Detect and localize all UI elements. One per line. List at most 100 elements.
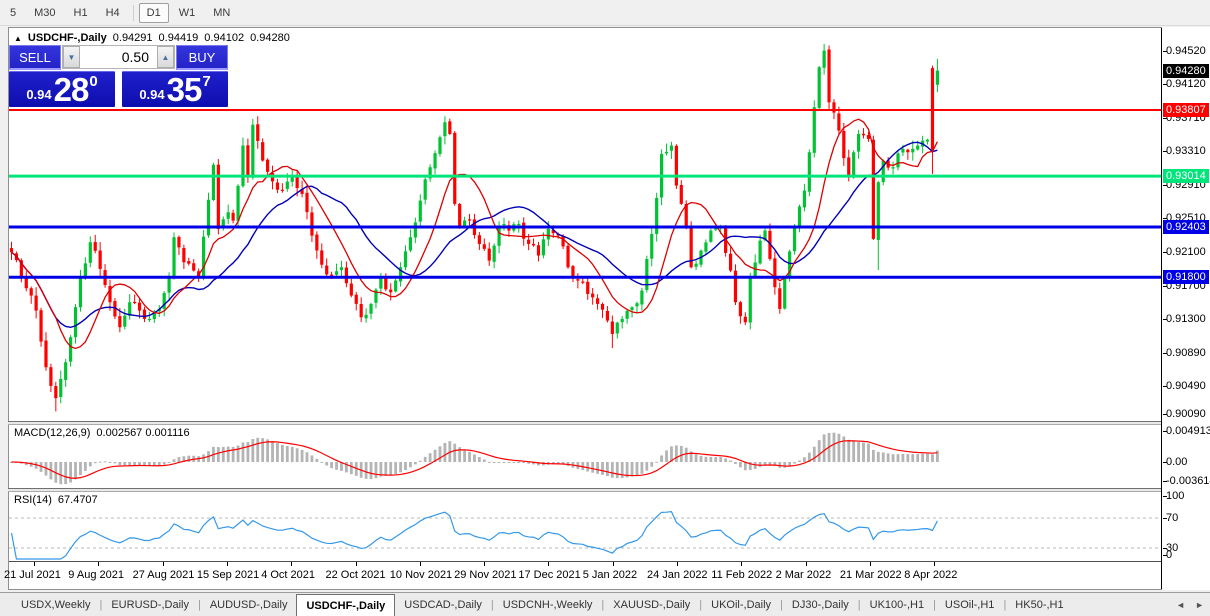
date-label: 17 Dec 2021 — [518, 569, 581, 581]
chart-tab-usdcad[interactable]: USDCAD-,Daily — [395, 593, 491, 616]
date-label: 4 Oct 2021 — [261, 569, 316, 581]
chart-tab-eurusd[interactable]: EURUSD-,Daily — [102, 593, 198, 616]
chart-tab-uk100[interactable]: UK100-,H1 — [861, 593, 933, 616]
price-axis-separator — [1161, 28, 1162, 589]
chart-canvas[interactable] — [8, 27, 1210, 590]
ohlc-open: 0.94291 — [112, 32, 153, 44]
rsi-value: 67.4707 — [57, 494, 98, 506]
tick-mark — [1163, 431, 1167, 432]
date-tick-mark — [805, 562, 807, 566]
date-label: 8 Apr 2022 — [904, 569, 958, 581]
timeframe-button-h1[interactable]: H1 — [66, 3, 96, 23]
pane-divider-macd[interactable] — [8, 421, 1210, 425]
tick-mark — [1163, 50, 1167, 52]
chart-tab-usoil[interactable]: USOil-,H1 — [936, 593, 1004, 616]
date-tick-mark — [291, 562, 293, 566]
date-tick-mark — [34, 562, 35, 566]
sell-price-big: 28 — [53, 71, 90, 108]
rsi-title: RSI(14) — [14, 494, 52, 506]
buy-button[interactable]: BUY — [176, 45, 228, 70]
date-label: 9 Aug 2021 — [68, 569, 124, 581]
chart-tab-usdx[interactable]: USDX,Weekly — [12, 593, 99, 616]
collapse-triangle-icon[interactable]: ▲ — [14, 34, 22, 43]
date-label: 2 Mar 2022 — [775, 569, 832, 581]
indicator-axis-tick: 0 — [1163, 549, 1172, 561]
date-label: 27 Aug 2021 — [132, 569, 195, 581]
tab-scroll-left-icon[interactable]: ◄ — [1176, 600, 1185, 610]
date-label: 5 Jan 2022 — [582, 569, 638, 581]
chart-tab-hk50[interactable]: HK50-,H1 — [1006, 593, 1072, 616]
price-tick: 0.93310 — [1163, 145, 1206, 157]
date-label: 11 Feb 2022 — [711, 569, 773, 581]
price-tick: 0.90490 — [1163, 380, 1206, 392]
volume-group: ▼ 0.50 ▲ — [62, 45, 175, 69]
timeframe-button-h4[interactable]: H4 — [98, 3, 128, 23]
tick-mark — [1163, 83, 1167, 85]
timeframe-button-m30[interactable]: M30 — [26, 3, 63, 23]
timeframe-button-5[interactable]: 5 — [2, 3, 24, 23]
buy-price-big: 35 — [166, 71, 203, 108]
tick-mark — [1163, 353, 1167, 355]
buy-price-prefix: 0.94 — [139, 87, 165, 102]
pane-divider-rsi[interactable] — [8, 488, 1210, 492]
price-badge: 0.93014 — [1163, 169, 1209, 184]
macd-title: MACD(12,26,9) — [14, 427, 91, 439]
price-tick: 0.94120 — [1163, 78, 1206, 90]
buy-price-panel[interactable]: 0.94 35 7 — [122, 71, 228, 107]
price-tick: 0.90090 — [1163, 408, 1206, 420]
sell-price-panel[interactable]: 0.94 28 0 — [9, 71, 115, 107]
timeframe-button-d1[interactable]: D1 — [138, 2, 169, 23]
tick-mark — [1163, 184, 1167, 186]
chart-tab-xauusd[interactable]: XAUUSD-,Daily — [604, 593, 699, 616]
price-badge: 0.91800 — [1163, 270, 1209, 285]
rsi-label: RSI(14) 67.4707 — [14, 494, 98, 506]
indicator-axis-tick: 0.004913 — [1163, 425, 1210, 437]
tick-mark — [1163, 414, 1167, 415]
sell-price-prefix: 0.94 — [26, 87, 52, 102]
chart-tab-audusd[interactable]: AUDUSD-,Daily — [201, 593, 297, 616]
timeframe-button-w1[interactable]: W1 — [171, 3, 204, 23]
tick-mark — [1163, 555, 1167, 556]
price-tick: 0.94520 — [1163, 45, 1206, 57]
tick-mark — [1163, 118, 1167, 120]
timeframe-toolbar: 5 M30 H1 H4 D1 W1 MN — [0, 0, 1210, 26]
chart-tab-usdcnh[interactable]: USDCNH-,Weekly — [494, 593, 602, 616]
date-tick-mark — [226, 562, 228, 566]
chart-tab-bar: USDX,Weekly | EURUSD-,Daily | AUDUSD-,Daily U… — [0, 592, 1210, 616]
volume-increase-button[interactable]: ▲ — [157, 46, 174, 68]
tick-mark — [1163, 462, 1167, 463]
date-label: 15 Sep 2021 — [196, 569, 260, 581]
indicator-axis-tick: 70 — [1163, 512, 1178, 524]
date-label: 21 Mar 2022 — [839, 569, 902, 581]
tick-mark — [1163, 386, 1167, 388]
chart-tab-usdchf[interactable]: USDCHF-,Daily — [296, 594, 396, 616]
sell-button[interactable]: SELL — [9, 45, 61, 70]
price-tick: 0.92100 — [1163, 246, 1206, 258]
time-axis[interactable]: 21 Jul 2021 9 Aug 2021 27 Aug 2021 15 Sep 2… — [4, 561, 1161, 589]
price-axis[interactable]: 0.94520 0.94120 0.93710 0.93310 0.92910 0.925… — [1162, 27, 1210, 590]
symbol-period-label: USDCHF-,Daily — [27, 32, 107, 44]
indicator-axis-tick: 0.00 — [1163, 456, 1187, 468]
date-tick-mark — [869, 562, 871, 566]
timeframe-button-mn[interactable]: MN — [205, 3, 238, 23]
price-badge: 0.93807 — [1163, 103, 1209, 117]
price-tick: 0.91300 — [1163, 313, 1206, 325]
tab-scroll-right-icon[interactable]: ► — [1195, 600, 1204, 610]
date-tick-mark — [677, 562, 678, 566]
date-label: 29 Nov 2021 — [454, 569, 517, 581]
volume-decrease-button[interactable]: ▼ — [63, 46, 80, 68]
tick-mark — [1163, 252, 1167, 254]
tick-mark — [1163, 518, 1167, 519]
rsi-line — [10, 510, 938, 560]
date-label: 10 Nov 2021 — [389, 569, 453, 581]
tick-mark — [1163, 496, 1167, 497]
chart-tab-dj30[interactable]: DJ30-,Daily — [783, 593, 858, 616]
date-tick-mark — [741, 562, 743, 566]
chart-ohlc-header: ▲ USDCHF-,Daily 0.94291 0.94419 0.94102 … — [14, 32, 290, 44]
macd-label: MACD(12,26,9) 0.002567 0.001116 — [14, 427, 190, 439]
date-tick-mark — [419, 562, 421, 566]
chart-tab-ukoil[interactable]: UKOil-,Daily — [702, 593, 780, 616]
indicator-axis-tick: 100 — [1163, 490, 1184, 502]
volume-input[interactable]: 0.50 — [80, 46, 157, 68]
date-tick-mark — [484, 562, 486, 566]
